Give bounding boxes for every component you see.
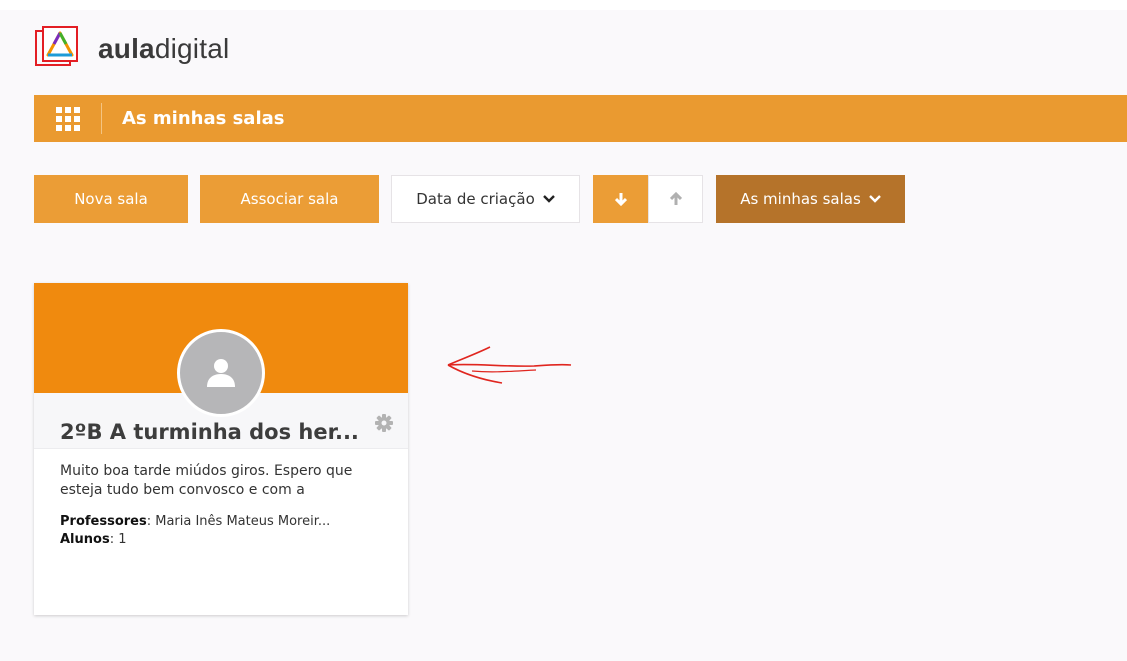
grid-icon — [55, 106, 80, 131]
room-students: Alunos: 1 — [60, 532, 127, 547]
sort-ascending-button[interactable] — [648, 175, 703, 223]
aula-digital-logo[interactable]: auladigital — [34, 25, 229, 73]
rooms-filter-label: As minhas salas — [740, 190, 861, 208]
chevron-down-icon — [868, 195, 881, 203]
logo-text: auladigital — [98, 33, 230, 64]
apps-menu-button[interactable] — [34, 103, 102, 134]
room-teachers: Professores: Maria Inês Mateus Moreir... — [60, 514, 331, 529]
new-room-button[interactable]: Nova sala — [34, 175, 188, 223]
page-title: As minhas salas — [122, 108, 285, 129]
room-meta: Professores: Maria Inês Mateus Moreir...… — [60, 513, 390, 549]
room-settings-gear-icon[interactable] — [374, 413, 394, 437]
chevron-down-icon — [542, 195, 555, 203]
sort-descending-button[interactable] — [593, 175, 648, 223]
arrow-down-icon — [614, 193, 627, 206]
arrow-up-icon — [669, 192, 682, 205]
room-description: Muito boa tarde miúdos giros. Espero que… — [60, 463, 353, 498]
user-icon — [207, 359, 235, 387]
room-title[interactable]: 2ºB A turminha dos her... — [60, 420, 359, 444]
logo-mark-icon — [34, 25, 86, 73]
rooms-filter-dropdown[interactable]: As minhas salas — [716, 175, 905, 223]
associate-room-button[interactable]: Associar sala — [200, 175, 379, 223]
sort-by-label: Data de criação — [416, 190, 535, 208]
sort-by-dropdown[interactable]: Data de criação — [391, 175, 580, 223]
top-navigation-bar: As minhas salas — [34, 95, 1127, 142]
room-card[interactable]: 2ºB A turminha dos her... Muito boa tard… — [34, 283, 408, 615]
room-avatar — [177, 329, 265, 417]
annotation-arrow-icon — [444, 343, 576, 391]
